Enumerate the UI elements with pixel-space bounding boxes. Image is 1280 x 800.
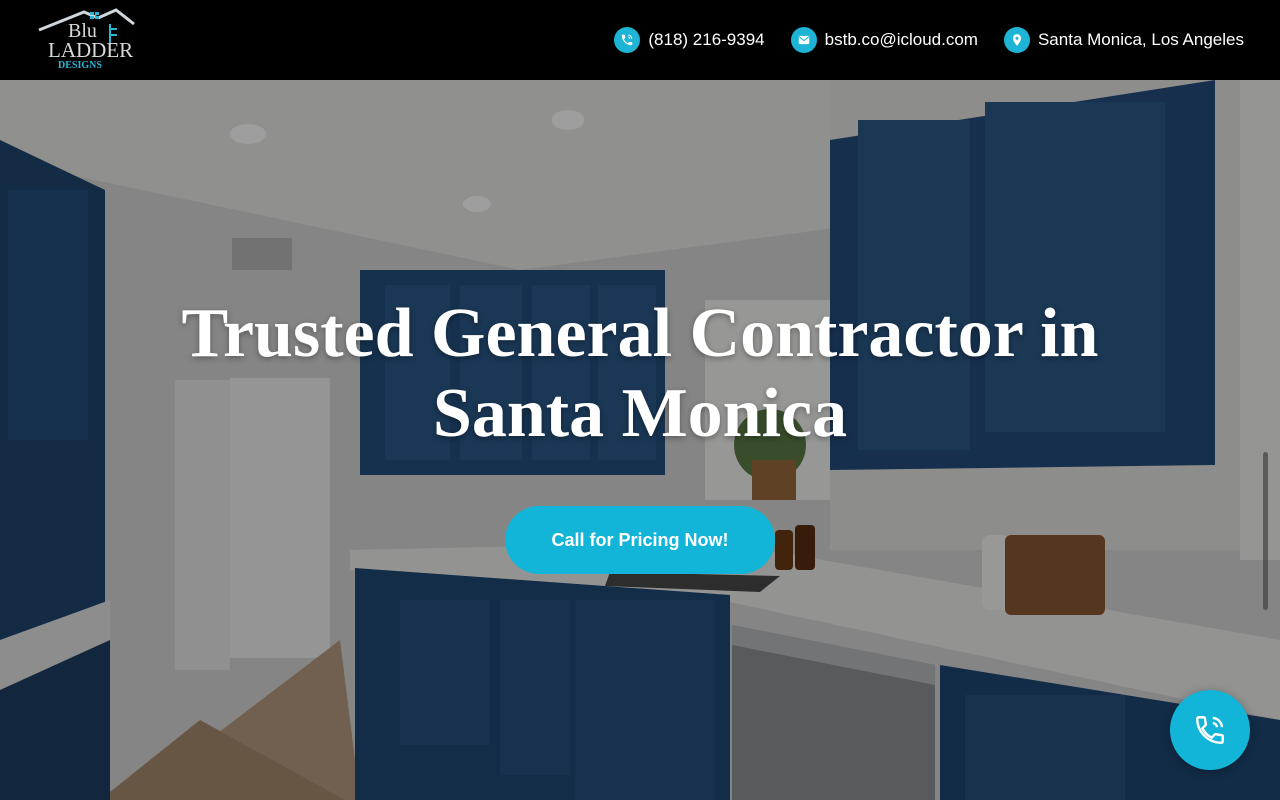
- email-address: bstb.co@icloud.com: [824, 30, 978, 49]
- hero-title-line1: Trusted General Contractor in: [181, 295, 1099, 372]
- floating-call-button[interactable]: [1170, 690, 1250, 770]
- map-pin-icon: [1003, 27, 1030, 53]
- call-for-pricing-button[interactable]: Call for Pricing Now!: [505, 506, 775, 574]
- mail-icon: [790, 27, 817, 53]
- page-scrollbar[interactable]: [1263, 452, 1268, 610]
- hero-title-line2: Santa Monica: [432, 375, 848, 452]
- phone-call-icon: [1196, 716, 1224, 744]
- contact-info: (818) 216-9394 bstb.co@icloud.com Santa …: [614, 27, 1244, 53]
- hero-section: Trusted General Contractor in Santa Moni…: [0, 80, 1280, 800]
- hero-title: Trusted General Contractor in Santa Moni…: [140, 294, 1140, 454]
- top-bar: Blu LADDER DESIGNS (818) 216-9394 bstb.c…: [0, 0, 1280, 80]
- location-text: Santa Monica, Los Angeles: [1037, 30, 1244, 49]
- site-logo[interactable]: Blu LADDER DESIGNS: [36, 6, 136, 74]
- logo-text-line3: DESIGNS: [58, 60, 102, 71]
- location-link[interactable]: Santa Monica, Los Angeles: [1003, 27, 1244, 53]
- phone-icon: [614, 27, 641, 53]
- phone-link[interactable]: (818) 216-9394: [614, 27, 765, 53]
- phone-number: (818) 216-9394: [648, 30, 765, 49]
- email-link[interactable]: bstb.co@icloud.com: [790, 27, 978, 53]
